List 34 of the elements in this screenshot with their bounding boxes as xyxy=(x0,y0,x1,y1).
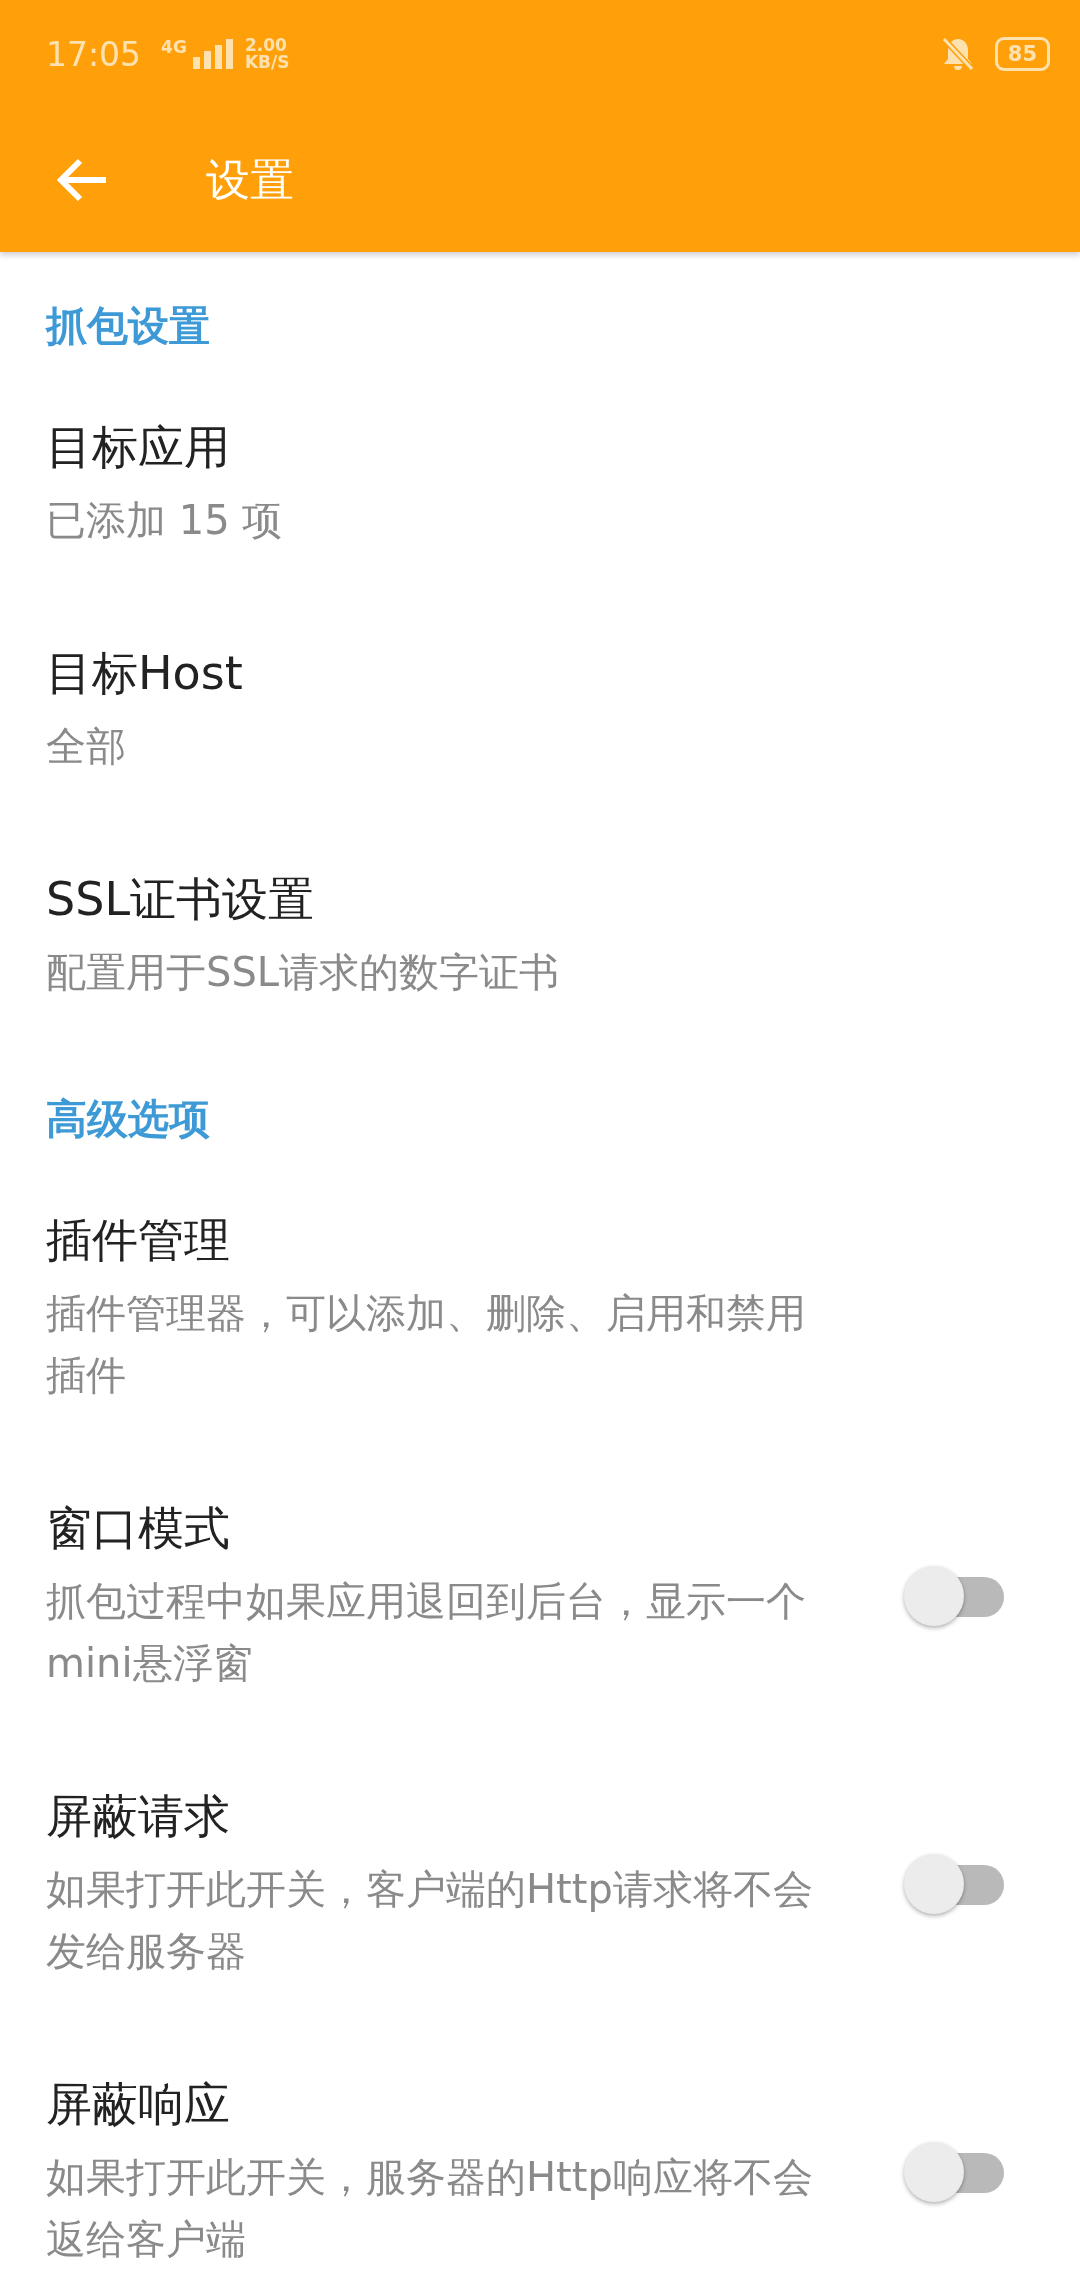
section-header: 高级选项 xyxy=(45,1094,211,1145)
settings-item[interactable]: 屏蔽请求 如果打开此开关，客户端的Http请求将不会发给服务器 xyxy=(0,1766,1080,2054)
item-summary: 如果打开此开关，客户端的Http请求将不会发给服务器 xyxy=(46,1865,814,1976)
section-header: 抓包设置 xyxy=(44,301,211,352)
item-summary: 已添加 15 项 xyxy=(46,496,284,545)
settings-item[interactable]: SSL证书设置 配置用于SSL请求的数字证书 xyxy=(0,849,1080,1075)
item-summary: 配置用于SSL请求的数字证书 xyxy=(46,948,561,997)
toggle-switch[interactable] xyxy=(904,1854,1004,1916)
toggle-switch[interactable] xyxy=(904,2142,1004,2204)
item-summary: 全部 xyxy=(46,722,127,771)
item-summary: 如果打开此开关，服务器的Http响应将不会返给客户端 xyxy=(46,2153,814,2264)
speed-value: 2.00 xyxy=(244,37,288,54)
settings-item[interactable]: 屏蔽响应 如果打开此开关，服务器的Http响应将不会返给客户端 xyxy=(0,2054,1080,2280)
settings-item[interactable]: 目标应用 已添加 15 项 xyxy=(0,397,1080,623)
item-title: 屏蔽请求 xyxy=(46,1788,231,1844)
item-title: 窗口模式 xyxy=(46,1500,231,1556)
settings-item[interactable]: 插件管理 插件管理器，可以添加、删除、启用和禁用插件 xyxy=(0,1190,1080,1478)
settings-item[interactable]: 窗口模式 抓包过程中如果应用退回到后台，显示一个mini悬浮窗 xyxy=(0,1478,1080,1766)
settings-item[interactable]: 目标Host 全部 xyxy=(0,623,1080,849)
item-title: 插件管理 xyxy=(46,1212,231,1268)
muted-bell-icon xyxy=(940,36,975,72)
battery-indicator: 85 xyxy=(994,37,1050,71)
item-title: 目标应用 xyxy=(46,419,231,475)
item-title: 屏蔽响应 xyxy=(46,2076,231,2132)
toggle-switch[interactable] xyxy=(904,1566,1004,1628)
item-summary: 抓包过程中如果应用退回到后台，显示一个mini悬浮窗 xyxy=(46,1577,807,1688)
speed-unit: KB/S xyxy=(244,54,290,71)
item-summary: 插件管理器，可以添加、删除、启用和禁用插件 xyxy=(46,1289,807,1400)
status-time: 17:05 xyxy=(46,34,142,74)
network-type: 4G xyxy=(161,37,187,57)
screen-title: 设置 xyxy=(206,152,294,207)
item-title: 目标Host xyxy=(46,645,244,701)
item-title: SSL证书设置 xyxy=(46,871,316,927)
signal-icon xyxy=(192,39,233,69)
